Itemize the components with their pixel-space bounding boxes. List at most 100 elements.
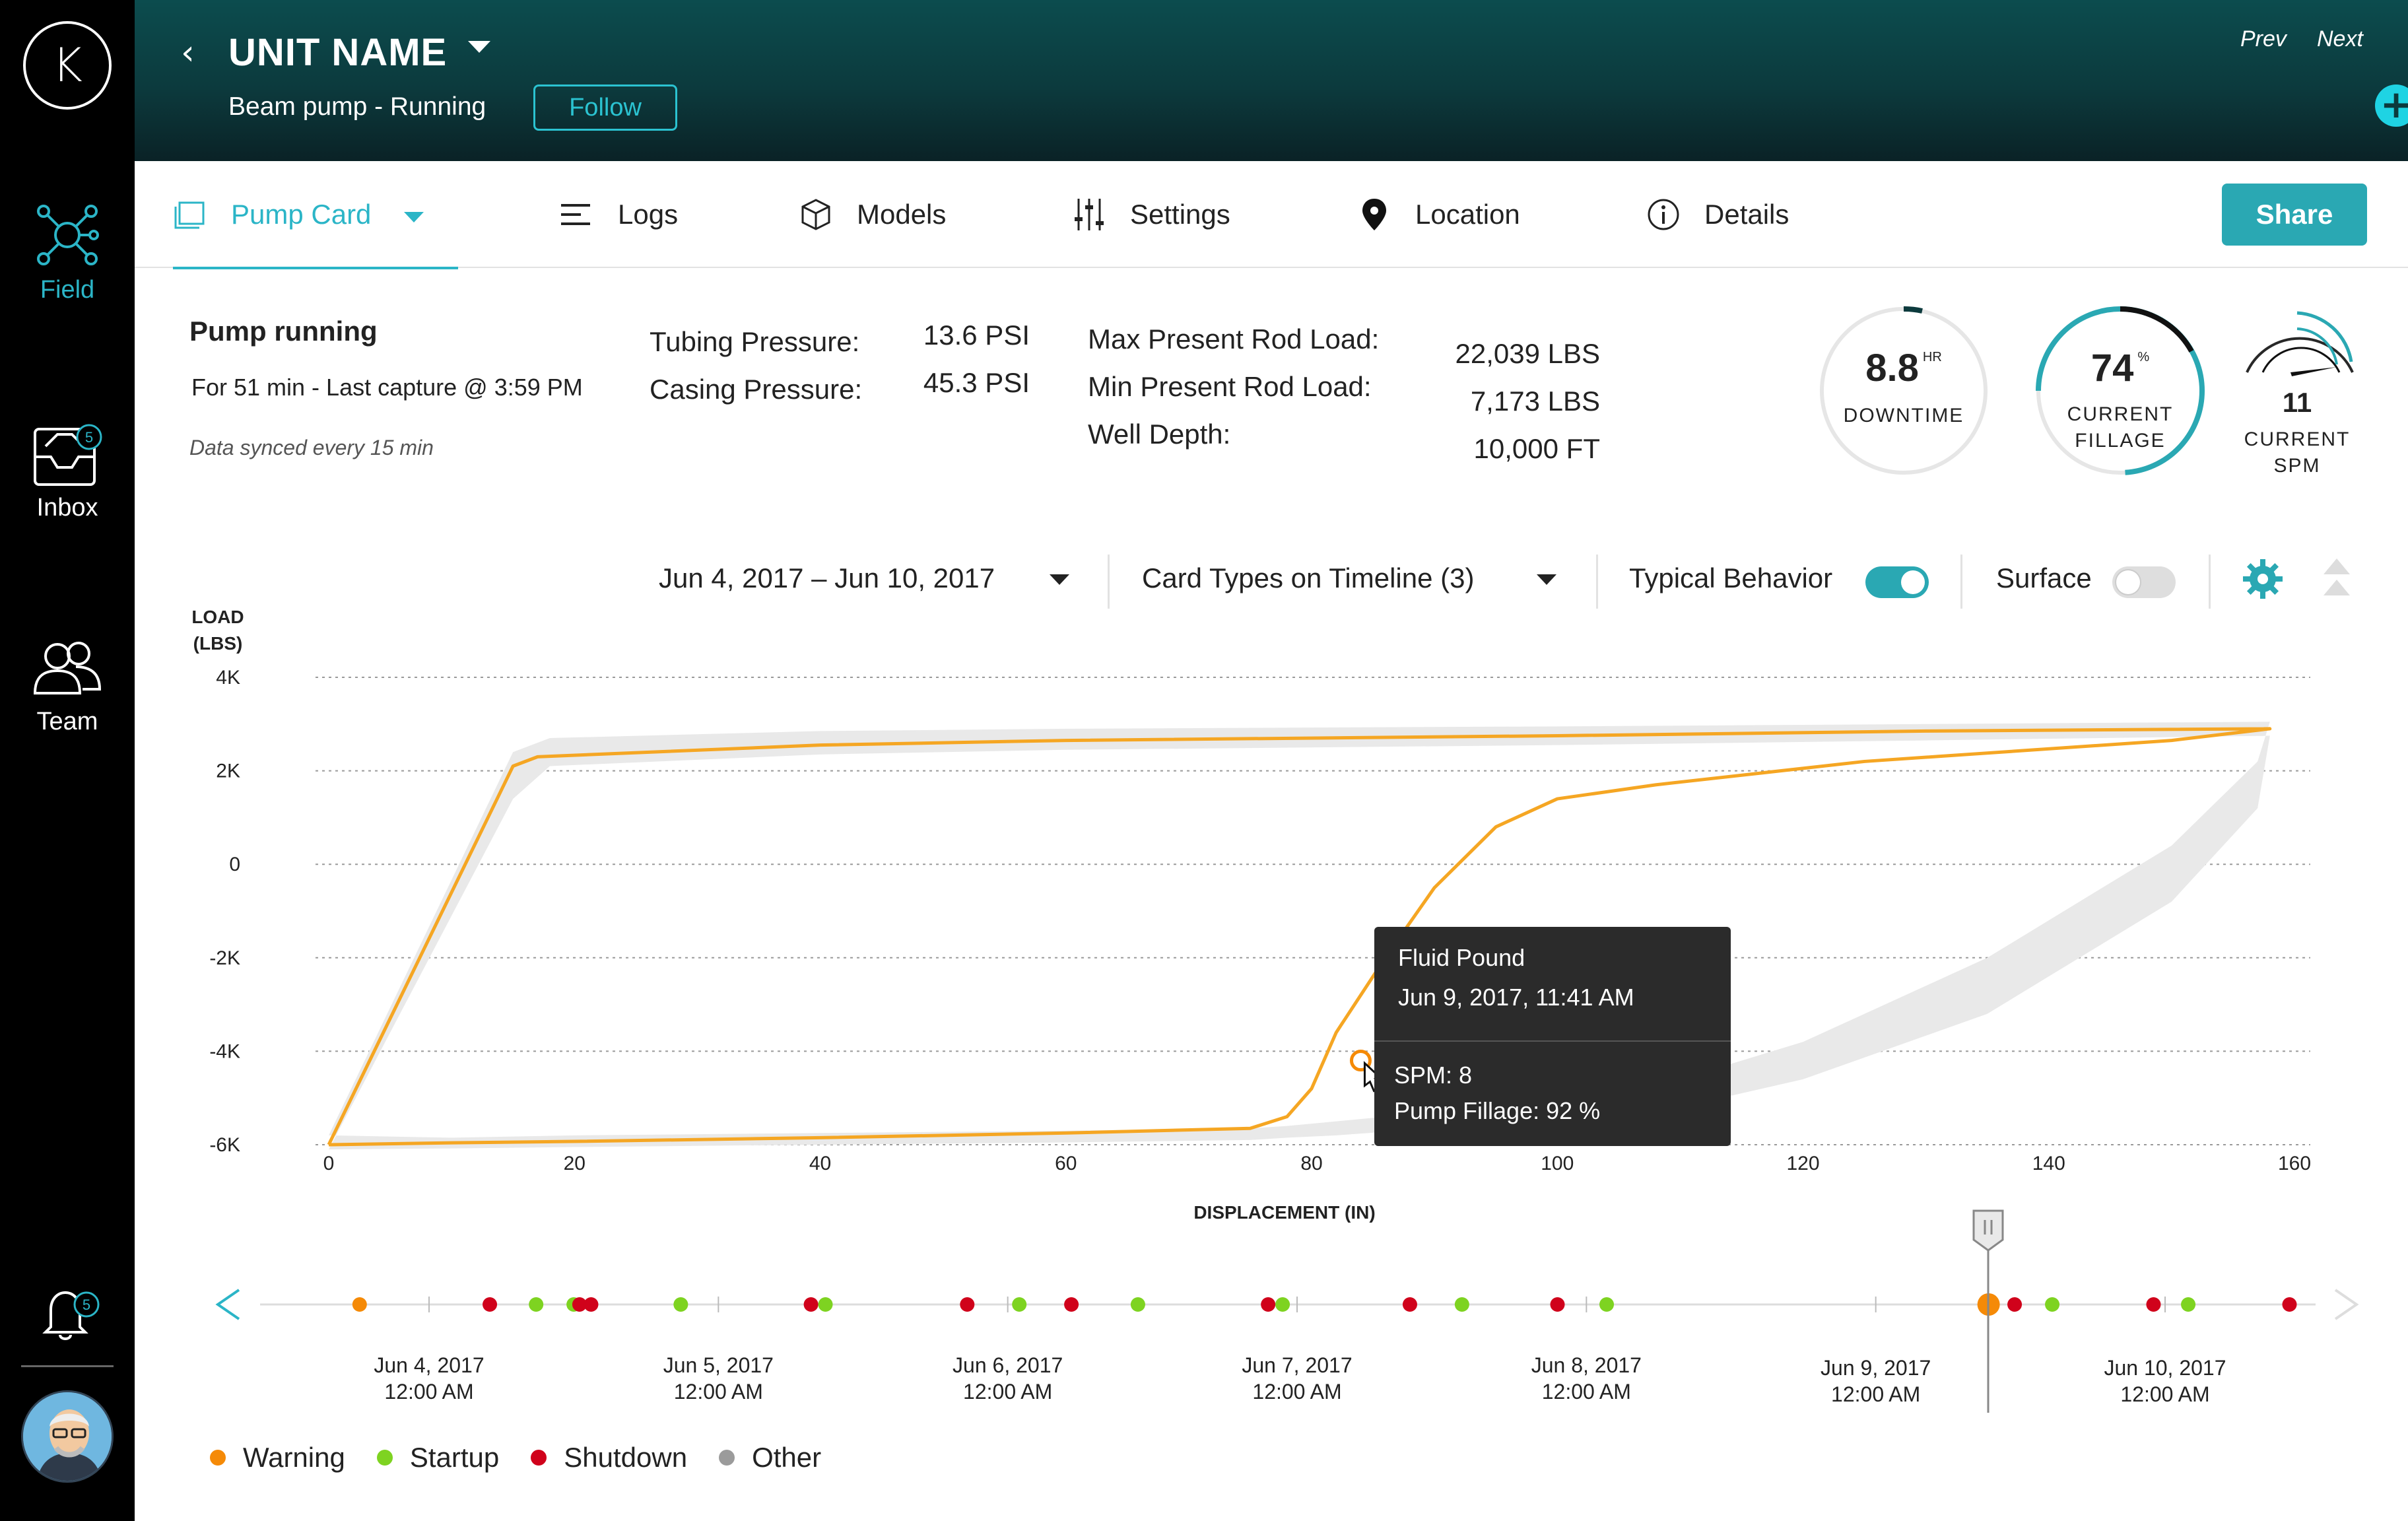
timeline-time: 12:00 AM [1541,1380,1631,1403]
timeline-event-startup[interactable] [2045,1297,2060,1312]
timeline-time: 12:00 AM [384,1380,474,1403]
toggle-knob [1901,570,1925,594]
sidebar-item-label: Field [40,276,95,304]
timeline-event-shutdown[interactable] [1550,1297,1565,1312]
status-title: Pump running [189,316,378,347]
tab-label: Models [857,199,947,230]
surface-label: Surface [1996,562,2092,593]
max-rod-load-value: 22,039 LBS [1455,338,1600,369]
timeline-prev-icon[interactable] [215,1289,240,1320]
tab-pump-card[interactable]: Pump Card [173,161,458,269]
x-tick-label: 140 [2032,1153,2065,1174]
tab-label: Pump Card [231,199,372,230]
timeline-time: 12:00 AM [1252,1380,1342,1403]
prev-link[interactable]: Prev [2240,26,2287,52]
tab-label: Location [1415,199,1520,230]
well-depth-label: Well Depth: [1088,419,1231,450]
timeline-event-shutdown[interactable] [1261,1297,1276,1312]
timeline-event-startup[interactable] [1130,1297,1145,1312]
fillage-value: 74% [2090,347,2150,389]
legend-label: Shutdown [564,1442,688,1473]
unit-status: Beam pump - Running [228,92,486,121]
sidebar-item-inbox[interactable]: 5 Inbox [0,420,135,522]
legend-item-other: Other [719,1442,821,1473]
timeline-event-shutdown[interactable] [1402,1297,1417,1312]
timeline-event-shutdown[interactable] [2282,1297,2297,1312]
status-detail: For 51 min - Last capture @ 3:59 PM [191,374,583,401]
timeline-event-startup[interactable] [2181,1297,2196,1312]
timeline-event-startup[interactable] [818,1297,833,1312]
legend-dot [719,1450,735,1466]
tab-location[interactable]: Location [1357,161,1520,268]
next-link[interactable]: Next [2317,26,2363,52]
typical-behavior-toggle[interactable] [1865,566,1929,598]
timeline-event-startup[interactable] [1454,1297,1469,1312]
timeline-event-shutdown[interactable] [2007,1297,2023,1312]
app-logo[interactable]: K [23,21,112,110]
timeline-event-startup[interactable] [673,1297,688,1312]
y-tick-label: -4K [209,1040,240,1062]
y-tick-label: 0 [229,854,240,875]
chevron-down-icon[interactable] [468,41,490,53]
surface-toggle[interactable] [2112,566,2176,598]
timeline-event-shutdown[interactable] [483,1297,498,1312]
chevron-down-icon[interactable] [1537,574,1556,585]
legend-dot [376,1450,393,1466]
timeline-scrubber-handle[interactable] [1972,1209,2004,1433]
timeline-next-icon[interactable] [2334,1289,2359,1320]
spm-value: 11 [2282,387,2312,418]
info-icon [1648,199,1679,230]
timeline-time: 12:00 AM [2120,1382,2210,1406]
legend-label: Warning [243,1442,345,1473]
x-tick-label: 100 [1541,1153,1574,1174]
tab-settings[interactable]: Settings [1072,161,1230,268]
tab-label: Logs [618,199,679,230]
timeline-event-startup[interactable] [1599,1297,1615,1312]
max-rod-load-label: Max Present Rod Load: [1088,323,1380,355]
timeline-date-label: Jun 5, 2017 12:00 AM [632,1352,804,1405]
page-title[interactable]: UNIT NAME [228,30,447,75]
x-tick-label: 0 [323,1153,335,1174]
pump-card-icon [174,201,205,229]
date-range-select[interactable]: Jun 4, 2017 – Jun 10, 2017 [659,562,995,594]
timeline-event-shutdown[interactable] [803,1297,819,1312]
y-tick-label: 2K [216,760,240,782]
tab-details[interactable]: Details [1646,161,1789,268]
tab-models[interactable]: Models [799,161,946,268]
timeline-event-shutdown[interactable] [584,1297,599,1312]
back-icon[interactable]: ‹ [181,33,195,73]
add-icon[interactable]: + [2375,84,2408,127]
x-tick-label: 20 [564,1153,585,1174]
tubing-pressure-value: 13.6 PSI [923,320,1030,351]
chart-tooltip: Fluid Pound Jun 9, 2017, 11:41 AM SPM: 8… [1374,927,1731,1146]
location-pin-icon [1362,199,1386,230]
cube-icon [801,199,830,230]
chevron-down-icon[interactable] [1050,574,1069,585]
timeline-event-shutdown[interactable] [2146,1297,2161,1312]
chevron-down-icon[interactable] [404,212,424,222]
timeline-date: Jun 7, 2017 [1242,1353,1353,1377]
timeline-time: 12:00 AM [963,1380,1053,1403]
pump-card-curve[interactable] [327,727,2272,1147]
follow-button[interactable]: Follow [533,84,677,131]
sidebar-item-field[interactable]: Field [0,202,135,304]
spm-gauge: 11 CURRENT SPM [2231,304,2363,489]
legend-item-warning: Warning [210,1442,345,1473]
timeline-event-shutdown[interactable] [1064,1297,1079,1312]
casing-pressure-label: Casing Pressure: [650,374,863,405]
pump-card-chart: 0 20 40 60 80 100 120 140 160 4K 2K 0 -2K -4K -6K LOA… [0,594,2408,1241]
tab-logs[interactable]: Logs [560,161,678,268]
card-types-select[interactable]: Card Types on Timeline (3) [1142,562,1474,594]
share-button[interactable]: Share [2222,184,2367,246]
inbox-icon: 5 [34,424,102,486]
timeline-event-startup[interactable] [529,1297,544,1312]
timeline-event-startup[interactable] [1012,1297,1027,1312]
min-rod-load-label: Min Present Rod Load: [1088,371,1372,402]
legend-dot [210,1450,226,1466]
tab-label: Settings [1130,199,1230,230]
min-rod-load-value: 7,173 LBS [1470,386,1600,417]
timeline-event-shutdown[interactable] [960,1297,975,1312]
timeline-date-label: Jun 8, 2017 12:00 AM [1500,1352,1672,1405]
timeline-event-warning[interactable] [352,1297,367,1312]
timeline-event-startup[interactable] [1275,1297,1290,1312]
